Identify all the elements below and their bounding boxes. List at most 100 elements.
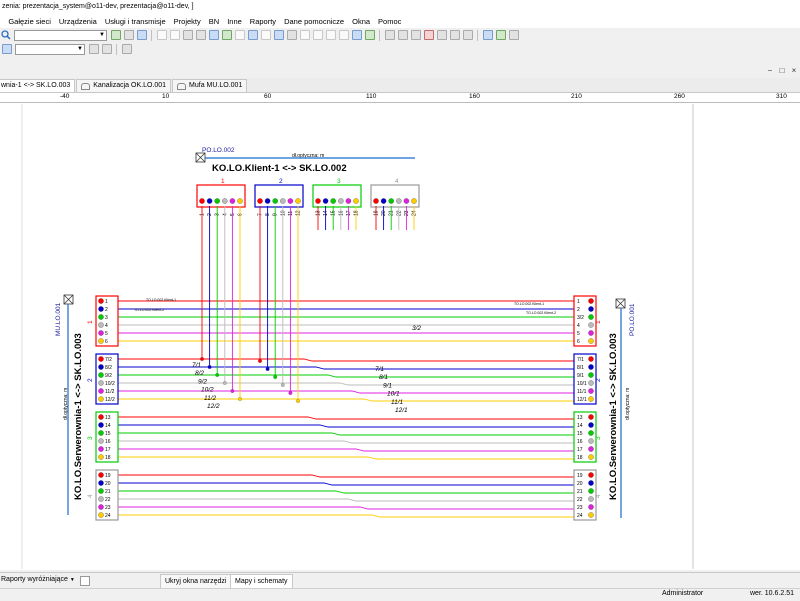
zoom-in-icon[interactable] <box>156 30 167 40</box>
menu-item-windows[interactable]: Okna <box>348 17 374 26</box>
fiber-number: 21 <box>389 210 395 216</box>
export-icon[interactable] <box>462 30 473 40</box>
table-icon[interactable] <box>260 30 271 40</box>
fiber-dot <box>373 198 379 204</box>
connect-icon[interactable] <box>397 30 408 40</box>
splice-icon <box>177 82 187 90</box>
style-combo[interactable]: ▼ <box>15 43 85 55</box>
left-mu-marker[interactable] <box>63 294 74 305</box>
menu-item-network-branches[interactable]: Gałęzie sieci <box>4 17 55 26</box>
globe-icon[interactable] <box>495 30 506 40</box>
layers-icon[interactable] <box>208 30 219 40</box>
fiber-number: 10 <box>280 210 286 216</box>
network-icon[interactable] <box>482 30 493 40</box>
fiber-wire <box>118 374 574 378</box>
schematic-svg[interactable]: PO.LO.002 dł.optyczna: m KO.LO.Klient-1 … <box>0 103 800 570</box>
fiber-number: 8/1 <box>577 365 584 371</box>
fiber-dot <box>588 338 594 344</box>
window-icon[interactable] <box>273 30 284 40</box>
tube-number: 2 <box>279 178 283 185</box>
fiber-number: 6 <box>105 339 108 345</box>
fiber-number: 7/1 <box>577 357 584 363</box>
tab-splice[interactable]: Mufa MU.LO.001 <box>172 79 248 92</box>
ruler-label: 110 <box>366 93 377 100</box>
left-cable-name: KO.LO.Serwerownia-1 <-> SK.LO.003 <box>73 333 84 500</box>
fit-icon[interactable] <box>325 30 336 40</box>
menu-bar: ji Gałęzie sieci Urządzenia Usługi i tra… <box>0 14 800 28</box>
delete-icon[interactable] <box>423 30 434 40</box>
toolbar-separator <box>379 29 380 41</box>
tab-cable[interactable]: wnia-1 <-> SK.LO.003 <box>0 79 76 92</box>
fiber-number: 5 <box>230 213 236 216</box>
view-icon[interactable] <box>247 30 258 40</box>
expand-icon[interactable] <box>364 30 375 40</box>
close-icon[interactable]: × <box>788 66 800 75</box>
menu-item-devices[interactable]: Urządzenia <box>55 17 101 26</box>
tab-hide-tools[interactable]: Ukryj okna narzędzi <box>160 574 232 589</box>
fiber-wire <box>118 490 574 494</box>
fiber-number: 23 <box>577 505 583 511</box>
arrow-icon[interactable] <box>101 44 112 54</box>
fiber-dot <box>98 356 104 362</box>
fiber-number: 4 <box>577 323 580 329</box>
fiber-number: 17 <box>105 447 111 453</box>
ground-icon[interactable] <box>351 30 362 40</box>
fiber-number: 22 <box>396 210 402 216</box>
fiber-dot <box>98 496 104 502</box>
menu-item-projects[interactable]: Projekty <box>170 17 205 26</box>
frame-icon[interactable] <box>286 30 297 40</box>
grid-icon[interactable] <box>221 30 232 40</box>
reports-dropdown[interactable]: Raporty wyróżniające ▼ <box>1 576 75 583</box>
options-icon[interactable] <box>508 30 519 40</box>
resize-icon[interactable] <box>338 30 349 40</box>
fiber-dot <box>588 364 594 370</box>
fiber-number: 9/2 <box>105 373 112 379</box>
tab-duct[interactable]: Kanalizacja OK.LO.001 <box>76 79 172 92</box>
splice-point <box>265 367 270 371</box>
tube-number: 1 <box>221 178 225 185</box>
splice-label: 12/2 <box>207 403 220 410</box>
ruler-label: 160 <box>469 93 480 100</box>
menu-item-reports[interactable]: Raporty <box>246 17 280 26</box>
minimize-icon[interactable]: − <box>764 66 776 75</box>
fiber-number: 7 <box>258 213 264 216</box>
fiber-number: 3/2 <box>577 315 584 321</box>
node-icon[interactable] <box>384 30 395 40</box>
select-icon[interactable] <box>136 30 147 40</box>
fiber-dot <box>98 306 104 312</box>
rotate-icon[interactable] <box>312 30 323 40</box>
maximize-icon[interactable]: □ <box>776 66 788 75</box>
checkbox[interactable] <box>80 576 90 586</box>
refresh-icon[interactable] <box>110 30 121 40</box>
menu-item-services[interactable]: Usługi i transmisje <box>101 17 170 26</box>
top-po-marker[interactable] <box>195 152 206 163</box>
menu-item-bn[interactable]: BN <box>205 17 223 26</box>
copy-icon[interactable] <box>123 30 134 40</box>
move-icon[interactable] <box>410 30 421 40</box>
shape-icon[interactable] <box>121 44 132 54</box>
pointer-icon[interactable] <box>1 44 12 54</box>
menu-item-help[interactable]: Pomoc <box>374 17 405 26</box>
fiber-dot <box>98 396 104 402</box>
fiber-dot <box>322 198 329 204</box>
search-combo[interactable]: ▼ <box>14 29 107 41</box>
menu-item-other[interactable]: Inne <box>223 17 246 26</box>
fiber-wire <box>118 482 574 486</box>
zoom-out-icon[interactable] <box>169 30 180 40</box>
right-po-marker[interactable] <box>615 298 626 309</box>
tab-maps-schemes[interactable]: Mapy i schematy <box>230 574 293 589</box>
line-icon[interactable] <box>88 44 99 54</box>
menu-item-aux-data[interactable]: Dane pomocnicze <box>280 17 348 26</box>
toggle-icon[interactable] <box>234 30 245 40</box>
print-icon[interactable] <box>195 30 206 40</box>
schematic-canvas[interactable]: PO.LO.002 dł.optyczna: m KO.LO.Klient-1 … <box>0 103 800 570</box>
toolbar-separator <box>151 29 152 41</box>
edit-icon[interactable] <box>449 30 460 40</box>
bracket-icon[interactable] <box>299 30 310 40</box>
splice-label: 11/2 <box>204 395 217 402</box>
pan-icon[interactable] <box>182 30 193 40</box>
search-icon[interactable] <box>0 29 12 41</box>
fiber-number: 2 <box>105 307 108 313</box>
splice-point <box>207 365 212 369</box>
circle-icon[interactable] <box>436 30 447 40</box>
